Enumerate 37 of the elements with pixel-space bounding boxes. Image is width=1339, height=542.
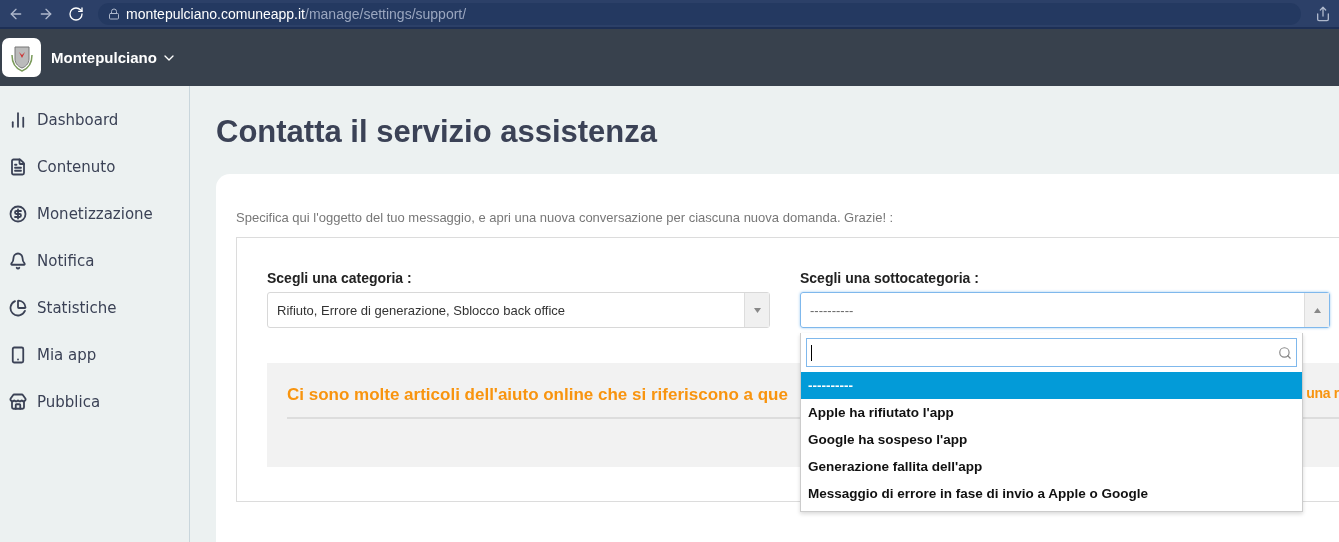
store-icon: [9, 393, 27, 411]
dropdown-option[interactable]: Messaggio di errore in fase di invio a Apple o Google: [801, 480, 1302, 507]
url-text: montepulciano.comuneapp.it/manage/settings/support/: [126, 5, 467, 22]
sidebar-item[interactable]: Statistiche: [0, 294, 189, 322]
sidebar-item[interactable]: Notifica: [0, 247, 189, 275]
reload-icon[interactable]: [68, 5, 84, 22]
lock-icon: [108, 7, 120, 20]
search-icon: [1278, 345, 1292, 360]
sidebar-item[interactable]: Monetizzazione: [0, 200, 189, 228]
dollar-icon: [9, 205, 27, 223]
address-bar[interactable]: montepulciano.comuneapp.it/manage/settings/support/: [98, 2, 1301, 25]
field-label: Scegli una categoria :: [267, 270, 413, 286]
share-icon[interactable]: [1315, 5, 1331, 22]
dropdown-option[interactable]: Google ha sospeso l'app: [801, 426, 1302, 453]
search-field[interactable]: [806, 338, 1297, 367]
caret-down-icon: [753, 307, 761, 313]
subcategory-select[interactable]: ----------: [800, 292, 1330, 328]
sidebar-item[interactable]: Pubblica: [0, 388, 189, 416]
pie-icon: [9, 299, 27, 317]
chart-icon: [9, 111, 27, 129]
app-logo[interactable]: [2, 38, 41, 77]
phone-icon: [9, 346, 27, 364]
intro-text: Specifica qui l'oggetto del tuo messaggio, e apri una nuova conversazione per ciascuna nuova domanda. Grazie! :: [236, 210, 895, 225]
notice-text: Ci sono molte articoli dell'aiuto online che si riferiscono a que: [287, 385, 788, 405]
notice-text: una r: [1306, 385, 1339, 403]
sidebar-item[interactable]: Dashboard: [0, 106, 189, 134]
field-label: Scegli una sottocategoria :: [800, 270, 980, 286]
dropdown-option[interactable]: Apple ha rifiutato l'app: [801, 399, 1302, 426]
bell-icon: [9, 252, 27, 270]
caret-up-icon: [1313, 307, 1321, 313]
category-select[interactable]: Rifiuto, Errore di generazione, Sblocco back office: [267, 292, 770, 328]
file-icon: [9, 158, 27, 176]
dropdown-option[interactable]: Generazione fallita dell'app: [801, 453, 1302, 480]
page-title: Contatta il servizio assistenza: [216, 114, 659, 150]
sidebar-item[interactable]: Contenuto: [0, 153, 189, 181]
app-switcher[interactable]: Montepulciano: [51, 49, 177, 66]
sidebar-item[interactable]: Mia app: [0, 341, 189, 369]
